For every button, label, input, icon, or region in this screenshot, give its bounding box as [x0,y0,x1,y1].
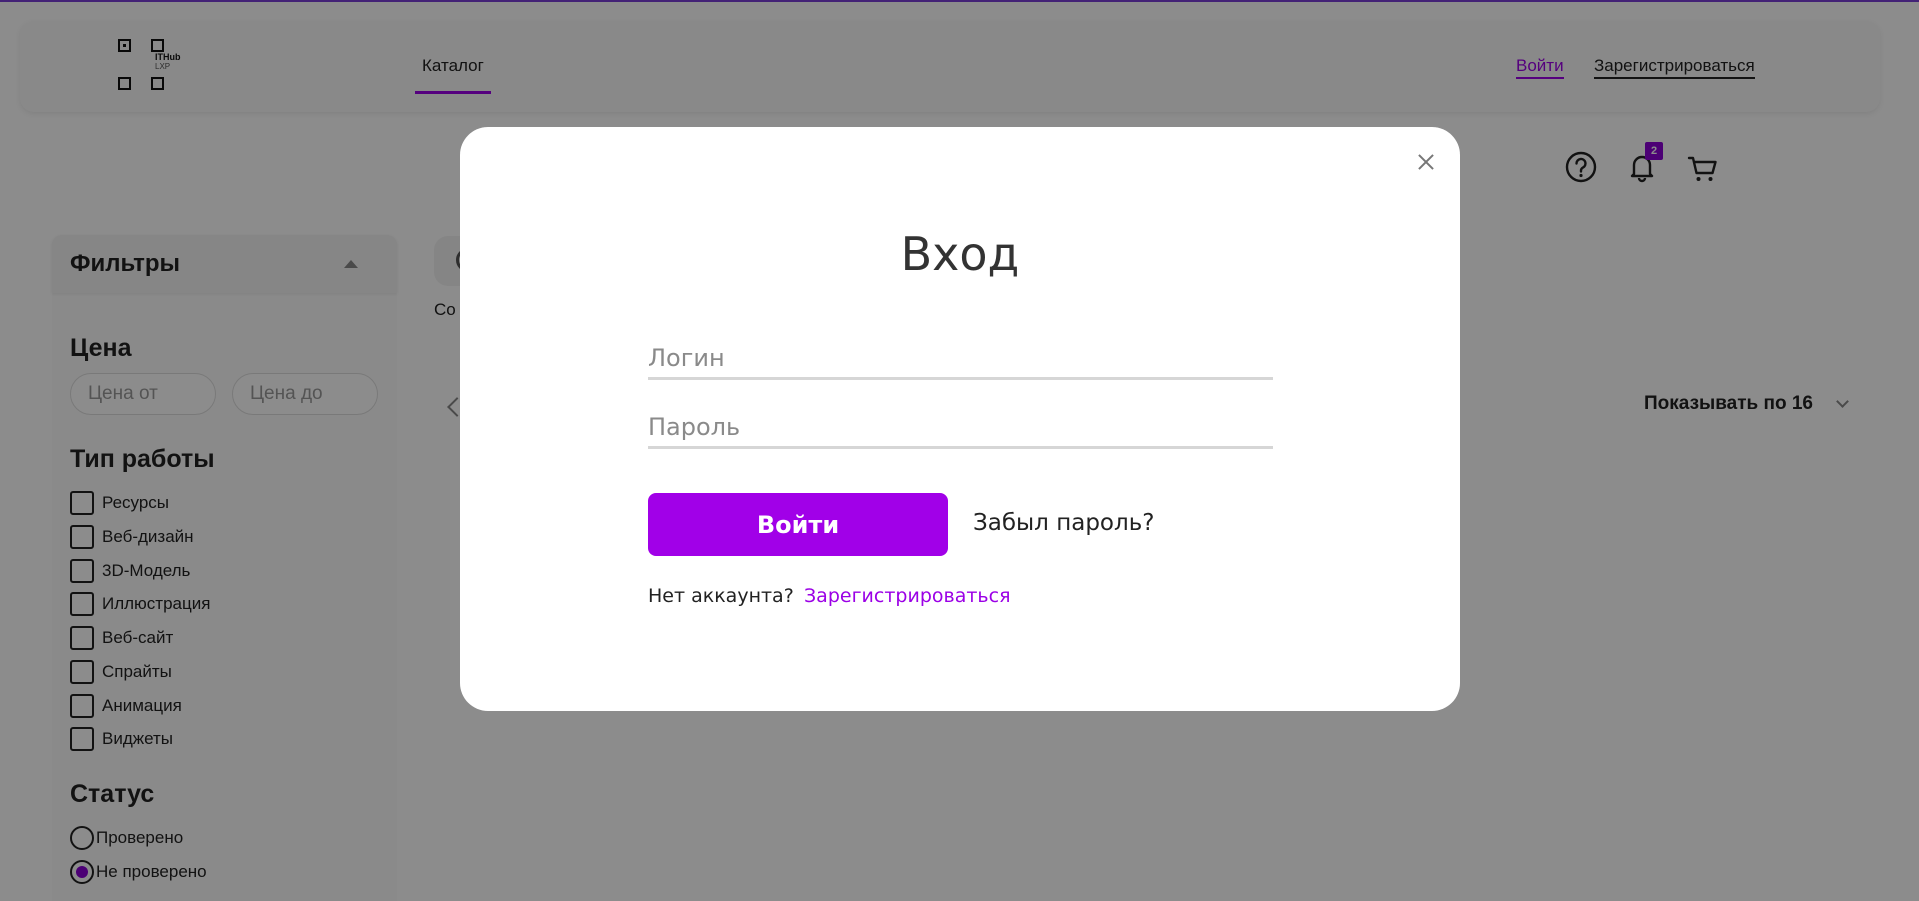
forgot-password-link[interactable]: Забыл пароль? [973,510,1154,536]
close-icon[interactable] [1415,151,1437,173]
login-input[interactable] [648,332,1273,380]
modal-register-link[interactable]: Зарегистрироваться [804,585,1011,607]
login-modal: Вход Войти Забыл пароль? Нет аккаунта? З… [460,127,1460,711]
login-button[interactable]: Войти [648,493,948,556]
no-account-text: Нет аккаунта? [648,585,794,607]
modal-title: Вход [900,227,1020,281]
password-input[interactable] [648,401,1273,449]
